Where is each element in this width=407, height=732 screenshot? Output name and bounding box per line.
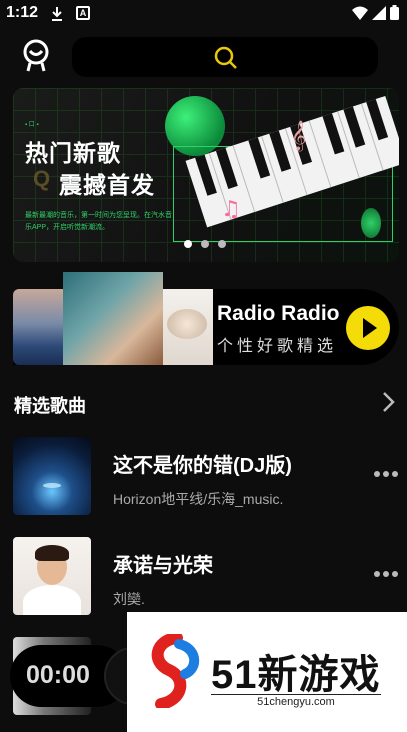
radio-card[interactable]: Radio Radio 个性好歌精选 xyxy=(13,272,399,365)
flower-petal xyxy=(167,309,207,339)
mini-player[interactable]: 00:00 xyxy=(10,645,162,707)
chevron-right-icon[interactable] xyxy=(381,391,395,413)
search-bar[interactable] xyxy=(72,37,378,77)
player-time: 00:00 xyxy=(26,661,90,689)
banner-subtitle: 最新最潮的音乐，第一时间为您呈现。在汽水音乐APP，开启听觉新潮流。 xyxy=(25,212,172,231)
song-artist: Horizon地平线/乐海_music. xyxy=(113,491,284,507)
piano-keys-image: 𝄞 ♫ xyxy=(185,95,399,228)
signal-icon xyxy=(372,5,386,20)
song-item-2[interactable]: 承诺与光荣 刘奱. xyxy=(0,537,407,617)
svg-text:𝄞: 𝄞 xyxy=(291,120,306,152)
song-title: 承诺与光荣 xyxy=(113,555,213,577)
watermark-brand: 51新游戏 xyxy=(211,653,381,697)
radio-cover-flower xyxy=(161,289,213,365)
cover-moon xyxy=(43,483,61,488)
a-box-icon: A xyxy=(76,6,90,20)
search-icon xyxy=(214,46,237,69)
section-title: 精选歌曲 xyxy=(14,396,86,416)
brand-logo-icon xyxy=(151,634,199,708)
status-icons xyxy=(352,5,399,20)
promo-banner[interactable]: 𝄞 ♫ ▪ 口 ▪ 热门新歌 Q 震撼首发 最新最潮的音乐，第一时间为您呈现。在… xyxy=(13,88,399,262)
banner-dot-2[interactable] xyxy=(201,240,209,248)
banner-title-line2: 震撼首发 xyxy=(59,172,155,198)
radio-cover-art xyxy=(63,272,163,365)
song-item-1[interactable]: 这不是你的错(DJ版) Horizon地平线/乐海_music. xyxy=(0,437,407,517)
status-bar: 1:12 A xyxy=(0,0,407,26)
wifi-icon xyxy=(352,6,368,20)
watermark: 51新游戏 51chengyu.com xyxy=(127,612,407,732)
banner-dot-1[interactable] xyxy=(184,240,192,248)
banner-dot-3[interactable] xyxy=(218,240,226,248)
watermark-url: 51chengyu.com xyxy=(211,694,381,708)
banner-tag: ▪ 口 ▪ xyxy=(25,122,39,128)
song-cover xyxy=(13,437,91,515)
battery-icon xyxy=(390,5,399,20)
status-time: 1:12 xyxy=(6,4,39,21)
cover-shirt xyxy=(23,585,81,615)
banner-q-mark: Q xyxy=(33,166,51,191)
song-artist: 刘奱. xyxy=(113,591,145,607)
svg-text:♫: ♫ xyxy=(221,197,241,222)
radio-title: Radio Radio xyxy=(217,302,340,325)
banner-pagination[interactable] xyxy=(184,240,226,248)
song-title: 这不是你的错(DJ版) xyxy=(113,455,292,477)
song-cover xyxy=(13,537,91,615)
user-avatar-icon[interactable] xyxy=(20,38,52,74)
banner-title-line1: 热门新歌 xyxy=(25,140,121,166)
download-icon xyxy=(52,7,62,21)
play-icon[interactable] xyxy=(346,306,390,350)
radio-tagline: 个性好歌精选 xyxy=(217,338,338,355)
more-dots-icon[interactable] xyxy=(374,571,398,577)
cover-hair xyxy=(35,545,69,561)
more-dots-icon[interactable] xyxy=(374,471,398,477)
